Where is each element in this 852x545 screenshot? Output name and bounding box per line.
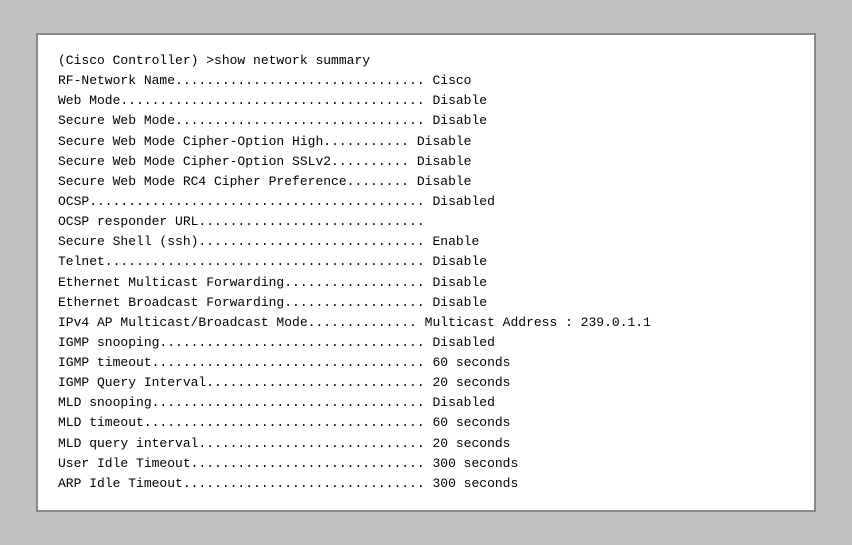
terminal-line: IGMP Query Interval.....................… [58,373,794,393]
terminal-line: IGMP snooping...........................… [58,333,794,353]
terminal-line: MLD query interval......................… [58,434,794,454]
terminal-line: Ethernet Multicast Forwarding...........… [58,273,794,293]
terminal-line: User Idle Timeout.......................… [58,454,794,474]
terminal-line: Secure Web Mode RC4 Cipher Preference...… [58,172,794,192]
terminal-line: ARP Idle Timeout........................… [58,474,794,494]
terminal-line: Secure Shell (ssh)......................… [58,232,794,252]
terminal-line: IGMP timeout............................… [58,353,794,373]
terminal-line: Secure Web Mode Cipher-Option SSLv2.....… [58,152,794,172]
terminal-line: MLD timeout.............................… [58,413,794,433]
terminal-window: (Cisco Controller) >show network summary… [36,33,816,512]
terminal-line: Telnet..................................… [58,252,794,272]
terminal-line: OCSP....................................… [58,192,794,212]
terminal-line: Secure Web Mode.........................… [58,111,794,131]
terminal-line: RF-Network Name.........................… [58,71,794,91]
terminal-line: OCSP responder URL......................… [58,212,794,232]
terminal-line: Ethernet Broadcast Forwarding...........… [58,293,794,313]
terminal-line: (Cisco Controller) >show network summary [58,51,794,71]
terminal-output: (Cisco Controller) >show network summary… [58,51,794,494]
terminal-line: IPv4 AP Multicast/Broadcast Mode........… [58,313,794,333]
terminal-line: MLD snooping............................… [58,393,794,413]
terminal-line: Web Mode................................… [58,91,794,111]
terminal-line: Secure Web Mode Cipher-Option High......… [58,132,794,152]
